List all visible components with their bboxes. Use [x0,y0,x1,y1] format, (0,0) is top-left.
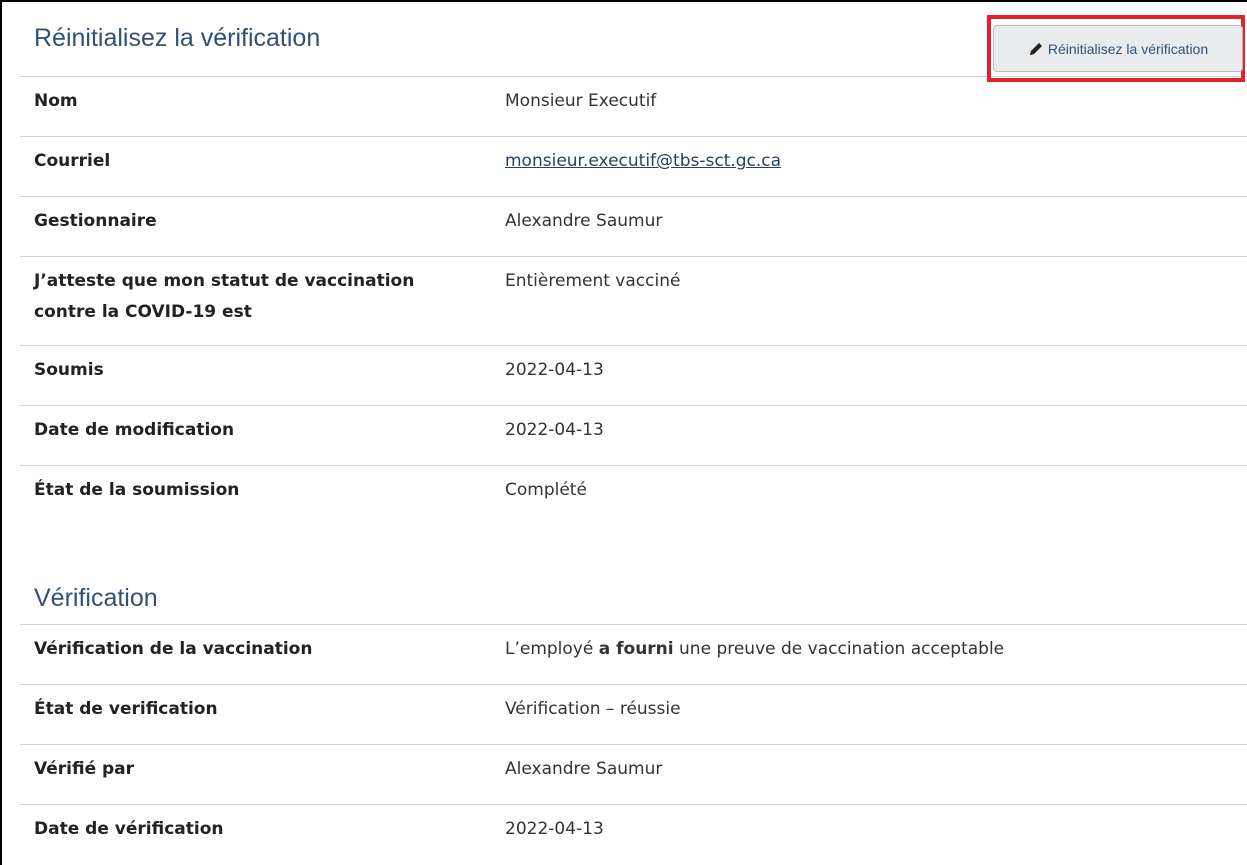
row-label: J’atteste que mon statut de vaccination … [34,271,415,322]
table-row-date-modification: Date de modification 2022-04-13 [20,406,1247,466]
table-row-courriel: Courriel monsieur.executif@tbs-sct.gc.ca [20,137,1247,197]
reset-verification-button-label: Réinitialisez la vérification [1047,40,1209,57]
pencil-icon [1029,42,1042,55]
row-label: Courriel [34,151,111,171]
row-label: État de verification [34,699,218,719]
section-title-verification: Vérification [34,584,158,612]
row-value: Monsieur Executif [505,91,657,111]
row-value: Entièrement vacciné [505,271,681,291]
row-value-post: une preuve de vaccination acceptable [673,639,1005,659]
table-row-verification-vaccination: Vérification de la vaccination L’employé… [20,625,1247,685]
row-value: 2022-04-13 [505,819,604,839]
verification-table: Vérification de la vaccination L’employé… [20,625,1247,865]
row-label: État de la soumission [34,480,240,500]
table-row-etat-verification: État de verification Vérification – réus… [20,685,1247,745]
row-label: Date de vérification [34,819,224,839]
row-value: Alexandre Saumur [505,211,663,231]
row-value: 2022-04-13 [505,420,604,440]
table-row-soumis: Soumis 2022-04-13 [20,346,1247,406]
row-label: Vérification de la vaccination [34,639,313,659]
section-title-reset: Réinitialisez la vérification [34,24,321,52]
row-value: Alexandre Saumur [505,759,663,779]
row-value: 2022-04-13 [505,360,604,380]
row-label: Date de modification [34,420,235,440]
table-row-nom: Nom Monsieur Executif [20,77,1247,137]
row-value-bold: a fourni [598,639,674,659]
row-value: L’employé a fourni une preuve de vaccina… [505,634,1004,684]
email-link[interactable]: monsieur.executif@tbs-sct.gc.ca [505,151,781,171]
row-value: Complété [505,480,587,500]
details-table: Nom Monsieur Executif Courriel monsieur.… [20,77,1247,526]
table-row-gestionnaire: Gestionnaire Alexandre Saumur [20,197,1247,257]
table-row-verifie-par: Vérifié par Alexandre Saumur [20,745,1247,805]
row-label: Soumis [34,360,104,380]
table-row-etat-soumission: État de la soumission Complété [20,466,1247,526]
row-value-pre: L’employé [505,639,599,659]
row-label: Vérifié par [34,759,135,779]
row-label: Gestionnaire [34,211,157,231]
row-label: Nom [34,91,78,111]
reset-verification-button[interactable]: Réinitialisez la vérification [993,25,1243,72]
row-value: Vérification – réussie [505,699,681,719]
table-row-date-verification: Date de vérification 2022-04-13 [20,805,1247,865]
table-row-attestation: J’atteste que mon statut de vaccination … [20,257,1247,346]
